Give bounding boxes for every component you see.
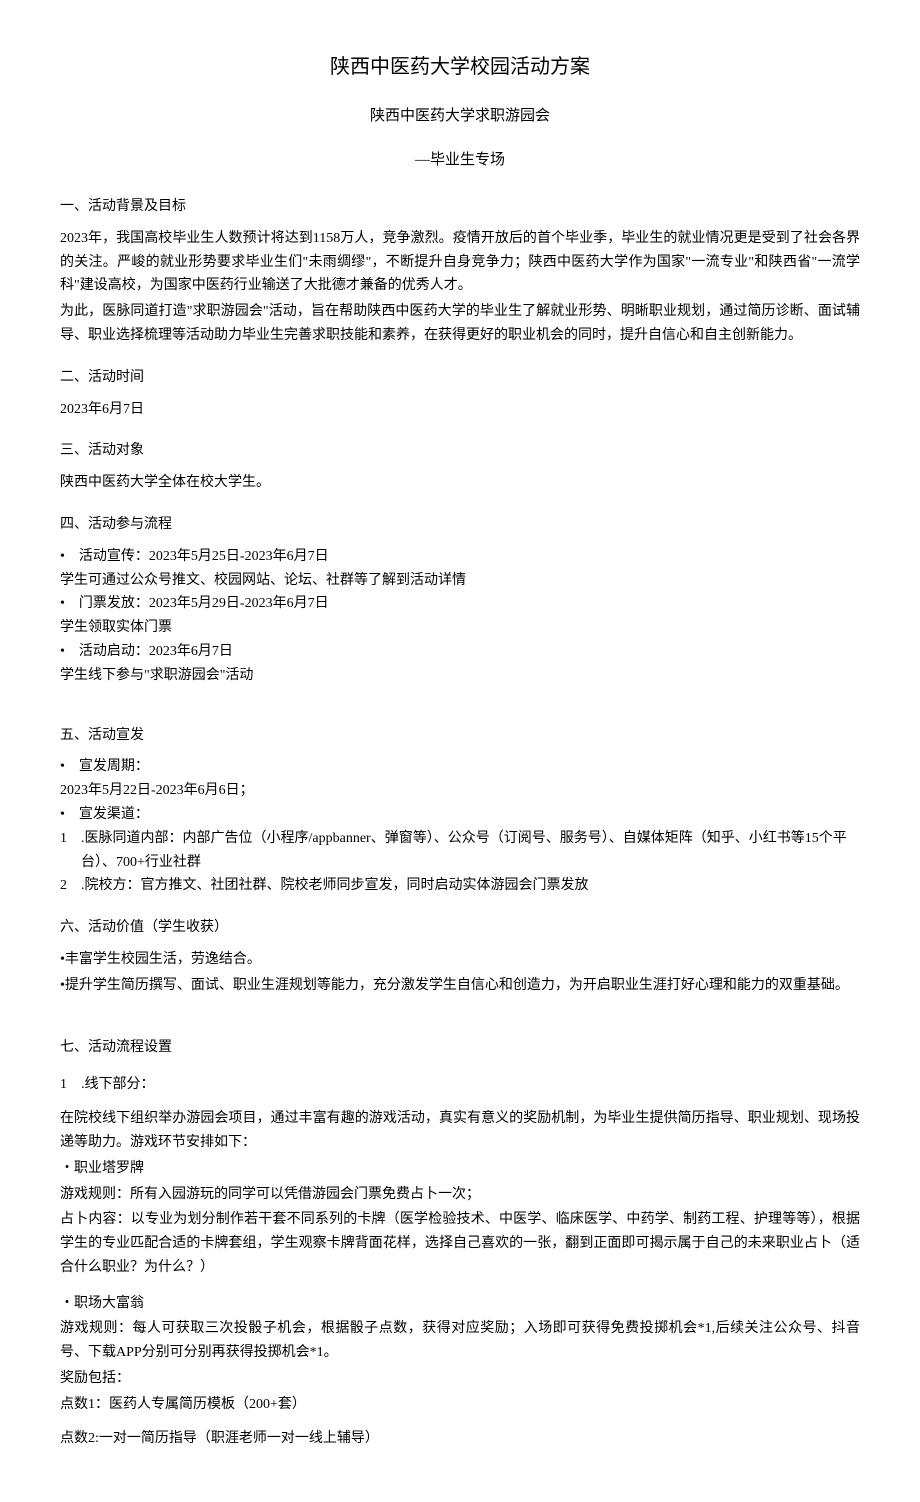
game-2-reward-2: 点数2:一对一简历指导（职涯老师一对一线上辅导）	[60, 1427, 860, 1451]
section-5-item-2: 2 .院校方：官方推文、社团社群、院校老师同步宣发，同时启动实体游园会门票发放	[60, 874, 860, 898]
game-1-content: 占卜内容：以专业为划分制作若干套不同系列的卡牌（医学检验技术、中医学、临床医学、…	[60, 1208, 860, 1279]
section-4-bullet-2-detail: 学生领取实体门票	[60, 616, 860, 640]
section-5-bullet-2: • 宣发渠道：	[60, 803, 860, 827]
section-2-heading: 二、活动时间	[60, 366, 860, 390]
section-1-heading: 一、活动背景及目标	[60, 195, 860, 219]
section-6-p1: •丰富学生校园生活，劳逸结合。	[60, 948, 860, 972]
game-1-title: ・职业塔罗牌	[60, 1157, 860, 1181]
game-2-reward-label: 奖励包括：	[60, 1367, 860, 1391]
section-5-heading: 五、活动宣发	[60, 724, 860, 748]
document-subtitle-2: —毕业生专场	[60, 148, 860, 174]
game-2-title: ・职场大富翁	[60, 1292, 860, 1316]
section-5-bullet-1: • 宣发周期：	[60, 755, 860, 779]
document-main-title: 陕西中医药大学校园活动方案	[60, 50, 860, 84]
section-5-bullet-1-detail: 2023年5月22日-2023年6月6日；	[60, 779, 860, 803]
section-2-text: 2023年6月7日	[60, 398, 860, 422]
document-subtitle: 陕西中医药大学求职游园会	[60, 104, 860, 130]
section-4-bullet-3-detail: 学生线下参与"求职游园会"活动	[60, 664, 860, 688]
section-4-bullet-2: • 门票发放：2023年5月29日-2023年6月7日	[60, 592, 860, 616]
section-5-item-1: 1 .医脉同道内部：内部广告位（小程序/appbanner、弹窗等）、公众号（订…	[60, 827, 860, 875]
section-1-paragraph-2: 为此，医脉同道打造"求职游园会"活动，旨在帮助陕西中医药大学的毕业生了解就业形势…	[60, 300, 860, 348]
game-1-rule: 游戏规则：所有入园游玩的同学可以凭借游园会门票免费占卜一次；	[60, 1183, 860, 1207]
section-4-heading: 四、活动参与流程	[60, 513, 860, 537]
section-6-p2: •提升学生简历撰写、面试、职业生涯规划等能力，充分激发学生自信心和创造力，为开启…	[60, 974, 860, 998]
section-6-heading: 六、活动价值（学生收获）	[60, 916, 860, 940]
section-7-p1: 在院校线下组织举办游园会项目，通过丰富有趣的游戏活动，真实有意义的奖励机制，为毕…	[60, 1107, 860, 1155]
section-4-bullet-3: • 活动启动：2023年6月7日	[60, 640, 860, 664]
section-3-heading: 三、活动对象	[60, 439, 860, 463]
section-1-paragraph-1: 2023年，我国高校毕业生人数预计将达到1158万人，竞争激烈。疫情开放后的首个…	[60, 227, 860, 298]
section-7-heading: 七、活动流程设置	[60, 1036, 860, 1060]
game-2-rule: 游戏规则：每人可获取三次投骰子机会，根据骰子点数，获得对应奖励；入场即可获得免费…	[60, 1317, 860, 1365]
game-2-reward-1: 点数1：医药人专属简历模板（200+套）	[60, 1393, 860, 1417]
section-3-text: 陕西中医药大学全体在校大学生。	[60, 471, 860, 495]
section-4-bullet-1: • 活动宣传：2023年5月25日-2023年6月7日	[60, 545, 860, 569]
section-4-bullet-1-detail: 学生可通过公众号推文、校园网站、论坛、社群等了解到活动详情	[60, 569, 860, 593]
section-7-sub-1: 1 .线下部分：	[60, 1073, 860, 1097]
